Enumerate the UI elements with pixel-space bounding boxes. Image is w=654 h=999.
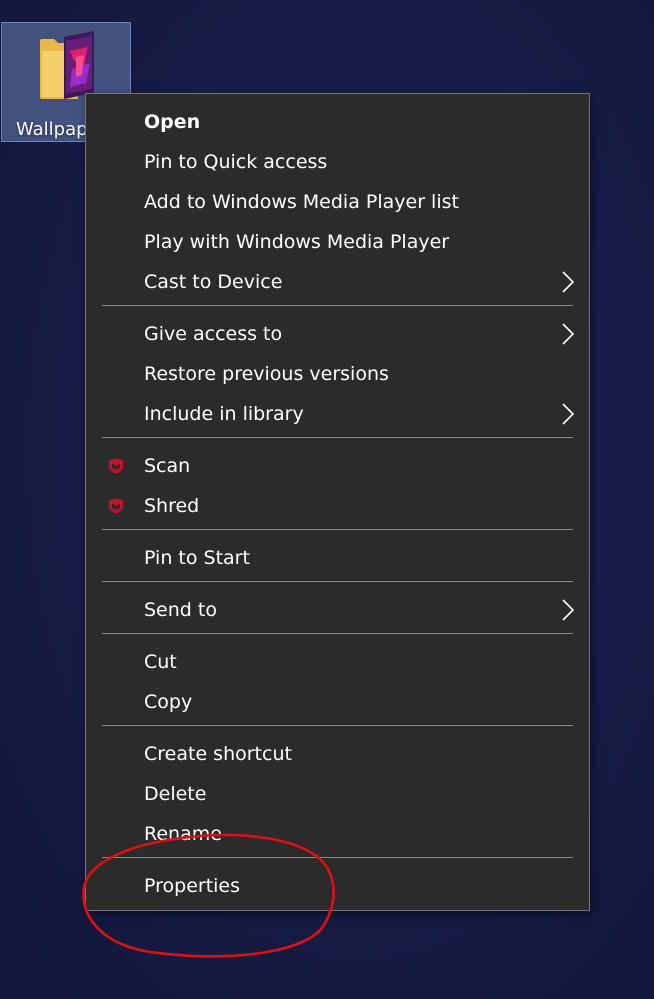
menu-item-label: Pin to Quick access [144, 151, 328, 173]
menu-item-label: Shred [144, 495, 200, 517]
menu-item-send-to[interactable]: Send to [86, 590, 589, 630]
menu-separator [102, 857, 573, 858]
menu-item-label: Cast to Device [144, 271, 283, 293]
menu-item-label: Include in library [144, 403, 304, 425]
menu-item-label: Scan [144, 455, 191, 477]
context-menu: Open Pin to Quick access Add to Windows … [85, 93, 590, 911]
menu-item-label: Add to Windows Media Player list [144, 191, 459, 213]
menu-separator [102, 437, 573, 438]
menu-item-add-to-wmp-list[interactable]: Add to Windows Media Player list [86, 182, 589, 222]
menu-item-label: Pin to Start [144, 547, 250, 569]
menu-item-label: Copy [144, 691, 193, 713]
chevron-right-icon [562, 599, 575, 621]
menu-item-pin-to-start[interactable]: Pin to Start [86, 538, 589, 578]
menu-item-label: Create shortcut [144, 743, 292, 765]
menu-item-delete[interactable]: Delete [86, 774, 589, 814]
menu-separator [102, 633, 573, 634]
menu-item-label: Delete [144, 783, 207, 805]
menu-item-label: Rename [144, 823, 222, 845]
menu-separator [102, 581, 573, 582]
menu-item-label: Play with Windows Media Player [144, 231, 450, 253]
menu-item-shred[interactable]: Shred [86, 486, 589, 526]
menu-item-rename[interactable]: Rename [86, 814, 589, 854]
menu-item-properties[interactable]: Properties [86, 866, 589, 906]
menu-separator [102, 725, 573, 726]
menu-item-label: Open [144, 111, 201, 133]
menu-item-label: Cut [144, 651, 177, 673]
menu-item-pin-to-quick-access[interactable]: Pin to Quick access [86, 142, 589, 182]
menu-item-include-in-library[interactable]: Include in library [86, 394, 589, 434]
chevron-right-icon [562, 403, 575, 425]
chevron-right-icon [562, 323, 575, 345]
mcafee-shield-icon [109, 458, 123, 474]
desktop-icon-label: Wallpap [16, 119, 88, 140]
folder-icon [40, 31, 94, 99]
menu-item-scan[interactable]: Scan [86, 446, 589, 486]
menu-item-copy[interactable]: Copy [86, 682, 589, 722]
menu-separator [102, 305, 573, 306]
menu-separator [102, 529, 573, 530]
chevron-right-icon [562, 271, 575, 293]
menu-item-label: Give access to [144, 323, 283, 345]
menu-item-cast-to-device[interactable]: Cast to Device [86, 262, 589, 302]
menu-item-create-shortcut[interactable]: Create shortcut [86, 734, 589, 774]
menu-item-cut[interactable]: Cut [86, 642, 589, 682]
menu-item-label: Restore previous versions [144, 363, 389, 385]
mcafee-shield-icon [109, 498, 123, 514]
menu-item-play-with-wmp[interactable]: Play with Windows Media Player [86, 222, 589, 262]
menu-item-open[interactable]: Open [86, 102, 589, 142]
menu-item-label: Properties [144, 875, 241, 897]
menu-item-give-access-to[interactable]: Give access to [86, 314, 589, 354]
menu-item-restore-previous-versions[interactable]: Restore previous versions [86, 354, 589, 394]
menu-item-label: Send to [144, 599, 217, 621]
